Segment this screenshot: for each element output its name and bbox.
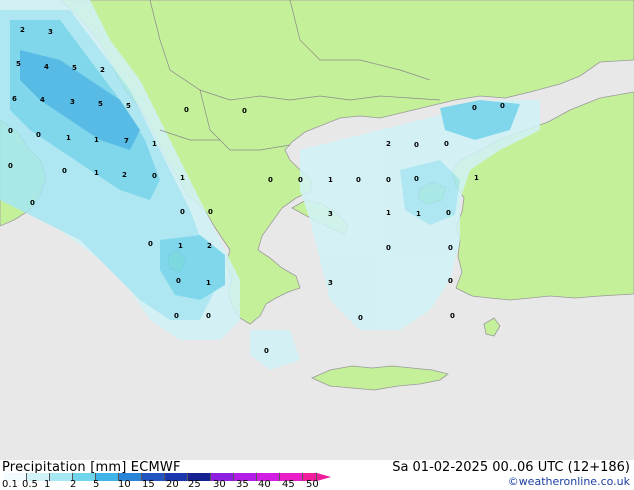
scale-label: 20 (166, 479, 179, 490)
precip-value: 0 (176, 277, 181, 285)
precip-value: 5 (126, 102, 131, 110)
precip-value: 0 (268, 176, 273, 184)
precip-value: 0 (448, 277, 453, 285)
precip-value: 3 (328, 279, 333, 287)
scale-label: 5 (93, 479, 100, 490)
scale-label: 35 (236, 479, 249, 490)
scale-label: 1 (44, 479, 51, 490)
precip-value: 0 (8, 127, 13, 135)
precip-value: 0 (446, 209, 451, 217)
precip-value: 1 (152, 140, 157, 148)
scale-label: 15 (142, 479, 155, 490)
precip-value: 2 (207, 242, 212, 250)
precip-value: 0 (264, 347, 269, 355)
precip-value: 6 (12, 95, 17, 103)
precip-value: 0 (174, 312, 179, 320)
precipitation-map: 2 3 5 4 5 2 6 4 3 5 5 0 1 1 7 1 0 0 0 1 2 0 1 0 0 0 1 0 0 0 0 0 1 2 0 1 0 0 2 0… (0, 0, 634, 460)
precip-value: 0 (30, 199, 35, 207)
precip-value: 5 (98, 100, 103, 108)
precip-value: 1 (474, 174, 479, 182)
precip-value: 4 (40, 96, 45, 104)
precip-value: 0 (414, 141, 419, 149)
precip-value: 1 (206, 279, 211, 287)
precip-value: 0 (180, 208, 185, 216)
precip-value: 3 (48, 28, 53, 36)
precip-value: 0 (386, 176, 391, 184)
scale-label: 45 (282, 479, 295, 490)
scale-label: 50 (306, 479, 319, 490)
precip-value: 1 (386, 209, 391, 217)
precip-value: 0 (386, 244, 391, 252)
precip-value: 4 (44, 63, 49, 71)
precip-value: 2 (386, 140, 391, 148)
precip-value: 1 (416, 210, 421, 218)
forecast-date: Sa 01-02-2025 00..06 UTC (12+186) (392, 460, 630, 475)
precip-value: 7 (124, 137, 129, 145)
precip-value: 0 (444, 140, 449, 148)
precip-value: 3 (70, 98, 75, 106)
precip-value: 0 (208, 208, 213, 216)
precip-value: 1 (94, 169, 99, 177)
precip-value: 1 (94, 136, 99, 144)
precip-value: 2 (100, 66, 105, 74)
precip-value: 0 (356, 176, 361, 184)
precip-value: 0 (358, 314, 363, 322)
precip-value: 0 (148, 240, 153, 248)
precip-value: 0 (152, 172, 157, 180)
scale-label: 0.5 (22, 479, 38, 490)
scale-label: 10 (118, 479, 131, 490)
scale-label: 30 (213, 479, 226, 490)
precip-value: 0 (62, 167, 67, 175)
precip-value: 1 (178, 242, 183, 250)
credit-link[interactable]: ©weatheronline.co.uk (508, 475, 630, 488)
precip-value: 0 (242, 107, 247, 115)
precip-value: 5 (16, 60, 21, 68)
scale-label: 25 (188, 479, 201, 490)
precip-value: 0 (8, 162, 13, 170)
precip-value: 1 (66, 134, 71, 142)
precip-value: 0 (206, 312, 211, 320)
scale-label: 0.1 (2, 479, 18, 490)
precip-value: 0 (448, 244, 453, 252)
precip-value: 0 (414, 175, 419, 183)
precip-value: 1 (180, 174, 185, 182)
color-scale-labels: 0.1 0.5 1 2 5 10 15 20 25 30 35 40 45 50 (0, 480, 340, 490)
scale-label: 40 (258, 479, 271, 490)
precip-value: 0 (36, 131, 41, 139)
precip-value: 5 (72, 64, 77, 72)
precip-value: 1 (328, 176, 333, 184)
precip-value: 0 (472, 104, 477, 112)
precip-value: 0 (450, 312, 455, 320)
scale-label: 2 (70, 479, 77, 490)
precip-value: 2 (20, 26, 25, 34)
precip-value: 0 (184, 106, 189, 114)
precip-value: 0 (298, 176, 303, 184)
precip-value: 2 (122, 171, 127, 179)
precip-value: 3 (328, 210, 333, 218)
precip-value: 0 (500, 102, 505, 110)
